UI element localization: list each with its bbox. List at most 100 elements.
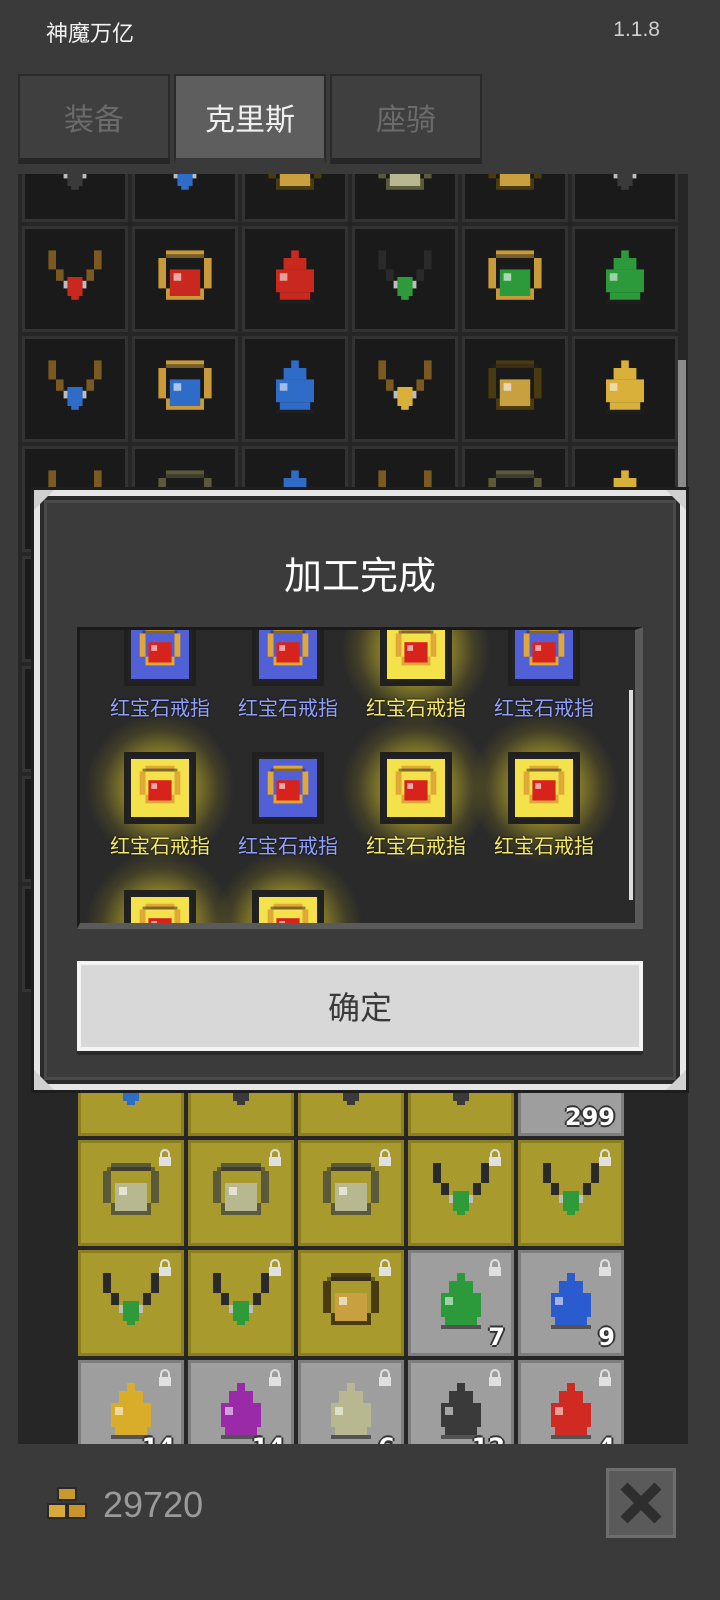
ruby-ring-icon xyxy=(387,630,445,682)
inventory-slot[interactable] xyxy=(518,1140,624,1246)
ruby-ring-icon xyxy=(259,757,317,820)
catalog-slot[interactable] xyxy=(22,336,128,442)
catalog-slot[interactable] xyxy=(242,336,348,442)
inventory-slot[interactable]: 9 xyxy=(518,1250,624,1356)
catalog-slot[interactable] xyxy=(572,226,678,332)
inventory-grid: 299 7 9 xyxy=(78,1030,628,1444)
tab-mount[interactable]: 座骑 xyxy=(330,74,482,164)
inventory-slot[interactable]: 6 xyxy=(298,1360,404,1444)
inventory-slot[interactable]: 7 xyxy=(408,1250,514,1356)
necklace-icon xyxy=(367,239,443,320)
lock-icon xyxy=(597,1369,613,1387)
result-scrollbar[interactable] xyxy=(629,690,633,900)
top-bar: 神魔万亿 1.1.8 xyxy=(0,0,720,64)
ruby-ring-icon xyxy=(259,895,317,923)
inventory-slot[interactable]: 12 xyxy=(408,1360,514,1444)
gold-coins-icon xyxy=(47,1487,87,1519)
item-frame xyxy=(124,630,196,686)
inventory-slot[interactable] xyxy=(188,1140,294,1246)
ruby-ring-icon xyxy=(259,630,317,682)
necklace-icon xyxy=(367,349,443,430)
result-item[interactable] xyxy=(85,851,235,923)
item-count: 299 xyxy=(564,1103,615,1131)
item-frame xyxy=(124,890,196,923)
item-count: 14 xyxy=(252,1433,285,1444)
inventory-slot[interactable] xyxy=(78,1250,184,1356)
item-frame xyxy=(252,630,324,686)
inventory-slot[interactable]: 14 xyxy=(78,1360,184,1444)
catalog-slot[interactable] xyxy=(132,336,238,442)
processing-complete-dialog: 加工完成 红宝石戒指 红宝石戒指 红宝石戒指 红宝石戒指 红宝石戒指 红宝石戒指… xyxy=(34,490,686,1090)
ruby-ring-icon xyxy=(515,757,573,820)
amulet-icon xyxy=(257,349,333,430)
gold-amount: 29720 xyxy=(103,1484,204,1525)
lock-icon xyxy=(157,1149,173,1167)
lock-icon xyxy=(157,1369,173,1387)
catalog-slot[interactable] xyxy=(242,226,348,332)
catalog-slot[interactable] xyxy=(22,226,128,332)
inventory-slot[interactable] xyxy=(298,1140,404,1246)
result-item[interactable]: 红宝石戒指 xyxy=(224,630,352,736)
item-frame xyxy=(124,752,196,824)
catalog-slot[interactable] xyxy=(462,226,568,332)
item-frame xyxy=(380,630,452,686)
result-item[interactable] xyxy=(213,851,363,923)
item-frame xyxy=(252,890,324,923)
result-item-label: 红宝石戒指 xyxy=(494,836,594,858)
tab-equipment[interactable]: 装备 xyxy=(18,74,170,164)
ring-icon xyxy=(147,239,223,320)
lock-icon xyxy=(487,1149,503,1167)
close-button[interactable] xyxy=(606,1468,676,1538)
item-count: 9 xyxy=(598,1323,615,1351)
result-item-label: 红宝石戒指 xyxy=(366,836,466,858)
ring-icon xyxy=(367,174,443,210)
catalog-slot[interactable] xyxy=(352,336,458,442)
lock-icon xyxy=(597,1259,613,1277)
item-frame xyxy=(508,630,580,686)
inventory-slot[interactable] xyxy=(298,1250,404,1356)
item-frame xyxy=(252,752,324,824)
dialog-title: 加工完成 xyxy=(283,556,436,598)
inventory-panel: 299 7 9 xyxy=(78,1030,628,1444)
item-frame xyxy=(508,752,580,824)
amulet-icon xyxy=(257,239,333,320)
result-item[interactable]: 红宝石戒指 xyxy=(341,713,491,874)
amulet-icon xyxy=(587,349,663,430)
catalog-slot[interactable] xyxy=(132,226,238,332)
result-item[interactable]: 红宝石戒指 xyxy=(469,713,619,874)
inventory-slot[interactable] xyxy=(188,1250,294,1356)
necklace-icon xyxy=(587,174,663,210)
result-list[interactable]: 红宝石戒指 红宝石戒指 红宝石戒指 红宝石戒指 红宝石戒指 红宝石戒指 红宝石戒… xyxy=(77,627,643,929)
ring-icon xyxy=(147,349,223,430)
dialog-body: 加工完成 红宝石戒指 红宝石戒指 红宝石戒指 红宝石戒指 红宝石戒指 红宝石戒指… xyxy=(44,500,676,1080)
result-item-label: 红宝石戒指 xyxy=(238,698,338,720)
catalog-slot[interactable] xyxy=(462,174,568,222)
inventory-slot[interactable]: 14 xyxy=(188,1360,294,1444)
necklace-icon xyxy=(37,239,113,320)
inventory-slot[interactable]: 4 xyxy=(518,1360,624,1444)
inventory-slot[interactable] xyxy=(408,1140,514,1246)
lock-icon xyxy=(157,1259,173,1277)
item-frame xyxy=(380,752,452,824)
item-count: 6 xyxy=(378,1433,395,1444)
catalog-slot[interactable] xyxy=(352,226,458,332)
catalog-slot[interactable] xyxy=(462,336,568,442)
tab-chris[interactable]: 克里斯 xyxy=(174,74,326,164)
catalog-slot[interactable] xyxy=(572,174,678,222)
catalog-slot[interactable] xyxy=(572,336,678,442)
catalog-slot[interactable] xyxy=(22,174,128,222)
ruby-ring-icon xyxy=(515,630,573,682)
lock-icon xyxy=(487,1369,503,1387)
result-grid: 红宝石戒指 红宝石戒指 红宝石戒指 红宝石戒指 红宝石戒指 红宝石戒指 红宝石戒… xyxy=(85,630,619,923)
catalog-slot[interactable] xyxy=(132,174,238,222)
confirm-button[interactable]: 确定 xyxy=(77,961,643,1051)
ruby-ring-icon xyxy=(131,895,189,923)
catalog-slot[interactable] xyxy=(352,174,458,222)
ruby-ring-icon xyxy=(131,630,189,682)
ruby-ring-icon xyxy=(387,757,445,820)
catalog-slot[interactable] xyxy=(242,174,348,222)
lock-icon xyxy=(267,1149,283,1167)
lock-icon xyxy=(487,1259,503,1277)
inventory-slot[interactable] xyxy=(78,1140,184,1246)
necklace-icon xyxy=(147,174,223,210)
